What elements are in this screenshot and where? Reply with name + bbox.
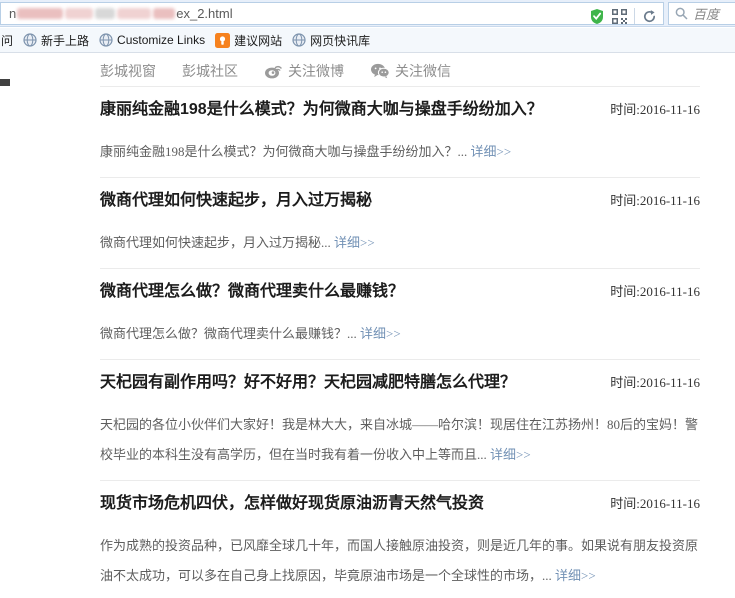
browser-window: n ex_2.html bbox=[0, 0, 735, 598]
article-item: 微商代理如何快速起步，月入过万揭秘 时间:2016-11-16 微商代理如何快速… bbox=[100, 178, 700, 269]
nav-item-follow-wechat[interactable]: 关注微信 bbox=[370, 61, 451, 81]
divider bbox=[634, 8, 635, 24]
nav-item-pengcheng-shequ[interactable]: 彭城社区 bbox=[182, 61, 238, 81]
bookmark-label: 问 bbox=[1, 32, 13, 49]
article-time: 时间:2016-11-16 bbox=[598, 99, 700, 118]
bookmark-item-wangye-kuaixunku[interactable]: 网页快讯库 bbox=[292, 32, 370, 49]
bookmark-label: 网页快讯库 bbox=[310, 32, 370, 49]
globe-icon bbox=[99, 33, 113, 47]
summary-text: 天杞园的各位小伙伴们大家好！我是林大大，来自冰城——哈尔滨！现居住在江苏扬州！8… bbox=[100, 417, 698, 462]
search-placeholder: 百度 bbox=[693, 4, 719, 23]
nav-item-pengcheng-shichuang[interactable]: 彭城视窗 bbox=[100, 61, 156, 81]
nav-label: 彭城视窗 bbox=[100, 61, 156, 81]
search-icon bbox=[675, 7, 688, 20]
refresh-icon[interactable] bbox=[642, 9, 657, 24]
globe-icon bbox=[292, 33, 306, 47]
qr-code-icon[interactable] bbox=[612, 9, 627, 24]
nav-item-follow-weibo[interactable]: 关注微博 bbox=[264, 61, 344, 81]
nav-label: 关注微信 bbox=[395, 61, 451, 81]
page-content: 彭城视窗 彭城社区 关注微博 关注微信 康丽纯金融198是什么模式？为何微商大咖… bbox=[0, 53, 735, 598]
article-title-link[interactable]: 微商代理如何快速起步，月入过万揭秘 bbox=[100, 190, 372, 212]
redacted-url-segment bbox=[117, 8, 151, 19]
bookmark-item-jianyi-wangzhan[interactable]: 建议网站 bbox=[215, 32, 282, 49]
detail-link[interactable]: 详细>> bbox=[490, 447, 531, 462]
bookmark-label: Customize Links bbox=[117, 33, 205, 47]
article-list: 康丽纯金融198是什么模式？为何微商大咖与操盘手纷纷加入？ 时间:2016-11… bbox=[100, 86, 700, 598]
url-start: n bbox=[9, 6, 16, 21]
article-summary: 微商代理如何快速起步，月入过万揭秘... 详细>> bbox=[100, 228, 700, 258]
redacted-url-segment bbox=[65, 8, 93, 19]
article-item: 天杞园有副作用吗？好不好用？天杞园减肥特膳怎么代理？ 时间:2016-11-16… bbox=[100, 360, 700, 481]
nav-label: 关注微博 bbox=[288, 61, 344, 81]
url-input[interactable]: n ex_2.html bbox=[0, 2, 664, 25]
article-item: 现货市场危机四伏，怎样做好现货原油沥青天然气投资 时间:2016-11-16 作… bbox=[100, 481, 700, 598]
summary-text: 微商代理如何快速起步，月入过万揭秘... bbox=[100, 235, 331, 250]
search-input[interactable]: 百度 bbox=[668, 2, 735, 25]
detail-link[interactable]: 详细>> bbox=[334, 235, 375, 250]
cutoff-element bbox=[0, 79, 10, 86]
suggested-sites-icon bbox=[215, 33, 230, 48]
summary-text: 作为成熟的投资品种，已风靡全球几十年，而国人接触原油投资，则是近几年的事。如果说… bbox=[100, 538, 698, 583]
summary-text: 康丽纯金融198是什么模式？为何微商大咖与操盘手纷纷加入？... bbox=[100, 144, 467, 159]
article-summary: 天杞园的各位小伙伴们大家好！我是林大大，来自冰城——哈尔滨！现居住在江苏扬州！8… bbox=[100, 410, 700, 470]
article-title-link[interactable]: 天杞园有副作用吗？好不好用？天杞园减肥特膳怎么代理？ bbox=[100, 372, 516, 394]
url-text: n ex_2.html bbox=[9, 6, 233, 21]
shield-check-icon[interactable] bbox=[589, 8, 605, 25]
detail-link[interactable]: 详细>> bbox=[360, 326, 401, 341]
site-nav: 彭城视窗 彭城社区 关注微博 关注微信 bbox=[100, 61, 451, 81]
nav-label: 彭城社区 bbox=[182, 61, 238, 81]
article-time: 时间:2016-11-16 bbox=[598, 493, 700, 512]
summary-text: 微商代理怎么做？微商代理卖什么最赚钱？... bbox=[100, 326, 357, 341]
bookmarks-bar: 问 新手上路 Customize Links 建议网站 网页快讯库 bbox=[0, 28, 735, 53]
weibo-icon bbox=[264, 63, 283, 79]
detail-link[interactable]: 详细>> bbox=[471, 144, 512, 159]
bookmark-item-customize-links[interactable]: Customize Links bbox=[99, 33, 205, 47]
wechat-icon bbox=[370, 63, 390, 79]
article-title-link[interactable]: 现货市场危机四伏，怎样做好现货原油沥青天然气投资 bbox=[100, 493, 484, 515]
article-summary: 作为成熟的投资品种，已风靡全球几十年，而国人接触原油投资，则是近几年的事。如果说… bbox=[100, 531, 700, 591]
article-title-link[interactable]: 康丽纯金融198是什么模式？为何微商大咖与操盘手纷纷加入？ bbox=[100, 99, 543, 121]
address-bar: n ex_2.html bbox=[0, 0, 735, 27]
redacted-url-segment bbox=[17, 8, 63, 19]
article-summary: 微商代理怎么做？微商代理卖什么最赚钱？... 详细>> bbox=[100, 319, 700, 349]
redacted-url-segment bbox=[153, 8, 175, 19]
bookmark-item-cutoff[interactable]: 问 bbox=[1, 32, 13, 49]
article-title-link[interactable]: 微商代理怎么做？微商代理卖什么最赚钱？ bbox=[100, 281, 404, 303]
article-time: 时间:2016-11-16 bbox=[598, 190, 700, 209]
globe-icon bbox=[23, 33, 37, 47]
bookmark-item-xinshoushanglu[interactable]: 新手上路 bbox=[23, 32, 89, 49]
article-time: 时间:2016-11-16 bbox=[598, 372, 700, 391]
article-item: 康丽纯金融198是什么模式？为何微商大咖与操盘手纷纷加入？ 时间:2016-11… bbox=[100, 87, 700, 178]
article-time: 时间:2016-11-16 bbox=[598, 281, 700, 300]
bookmark-label: 新手上路 bbox=[41, 32, 89, 49]
url-end: ex_2.html bbox=[176, 6, 232, 21]
article-summary: 康丽纯金融198是什么模式？为何微商大咖与操盘手纷纷加入？... 详细>> bbox=[100, 137, 700, 167]
article-item: 微商代理怎么做？微商代理卖什么最赚钱？ 时间:2016-11-16 微商代理怎么… bbox=[100, 269, 700, 360]
detail-link[interactable]: 详细>> bbox=[555, 568, 596, 583]
bookmark-label: 建议网站 bbox=[234, 32, 282, 49]
redacted-url-segment bbox=[95, 8, 115, 19]
